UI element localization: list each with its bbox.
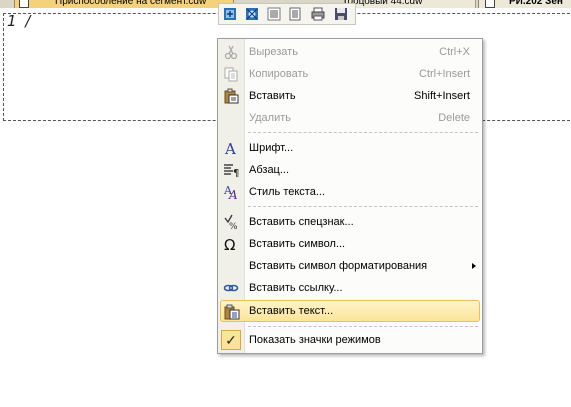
document-icon — [485, 0, 495, 8]
menu-item-label: Вставить — [249, 90, 296, 102]
menu-item-label: Шрифт... — [249, 142, 294, 154]
menu-item-copy[interactable]: Копировать Ctrl+Insert — [220, 63, 480, 85]
svg-text:A: A — [228, 188, 238, 200]
menu-item-insert-link[interactable]: Вставить ссылку... — [220, 277, 480, 299]
link-icon — [223, 280, 239, 296]
menu-item-text-style[interactable]: AA Стиль текста... — [220, 181, 480, 203]
scissors-icon — [223, 44, 239, 60]
svg-text:%: % — [229, 222, 238, 230]
menu-item-label: Абзац... — [249, 164, 290, 176]
menu-item-label: Вставить символ форматирования — [249, 260, 428, 272]
paragraph-icon: ¶ — [223, 162, 239, 179]
menu-item-paste[interactable]: Вставить Shift+Insert — [220, 85, 480, 107]
menu-item-label: Вырезать — [249, 46, 298, 58]
tab-label: Приспособление на сегмент.cdw — [55, 0, 207, 7]
menu-item-show-mode-icons[interactable]: ✓ Показать значки режимов — [220, 329, 480, 351]
context-menu: Вырезать Ctrl+X Копировать Ctrl+Insert В… — [217, 38, 483, 354]
text-style-icon: AA — [223, 184, 239, 202]
print-icon[interactable] — [311, 7, 325, 21]
menu-separator — [248, 206, 478, 207]
svg-text:Ω: Ω — [224, 236, 235, 252]
menu-item-label: Удалить — [249, 112, 291, 124]
menu-item-insert-format-symbol[interactable]: Вставить символ форматирования — [220, 255, 480, 277]
paste-icon — [223, 88, 239, 104]
menu-item-label: Вставить спецзнак... — [249, 216, 354, 228]
text-mini-toolbar — [218, 3, 356, 25]
menu-item-label: Показать значки режимов — [249, 334, 381, 346]
menu-item-label: Вставить текст... — [249, 305, 334, 317]
menu-item-label: Вставить ссылку... — [249, 282, 343, 294]
save-icon[interactable] — [334, 7, 348, 21]
menu-item-shortcut: Shift+Insert — [414, 90, 470, 102]
font-icon: A — [223, 140, 239, 158]
check-icon: ✓ — [221, 330, 241, 350]
menu-item-label: Стиль текста... — [249, 186, 326, 198]
document-text[interactable]: 1 / — [7, 12, 32, 30]
omega-icon: Ω — [223, 236, 239, 254]
menu-item-insert-text[interactable]: Вставить текст... — [220, 300, 480, 322]
list-icon[interactable] — [288, 7, 302, 21]
menu-item-paragraph[interactable]: ¶ Абзац... — [220, 159, 480, 181]
special-sign-icon: % — [223, 214, 239, 232]
align-icon[interactable] — [267, 7, 281, 21]
svg-text:A: A — [224, 140, 236, 156]
tab-right-document[interactable]: РИ.202 Зен — [478, 0, 571, 8]
menu-item-shortcut: Delete — [438, 112, 470, 124]
insert-object-icon[interactable] — [245, 7, 259, 21]
submenu-arrow-icon — [472, 263, 476, 269]
menu-separator — [248, 326, 478, 327]
copy-icon — [223, 66, 239, 82]
menu-item-shortcut: Ctrl+X — [439, 46, 470, 58]
menu-item-insert-symbol[interactable]: Ω Вставить символ... — [220, 233, 480, 255]
menu-item-delete[interactable]: Удалить Delete — [220, 107, 480, 129]
tab-middle-document[interactable]: торцовый 44.cdw — [344, 0, 476, 8]
menu-item-cut[interactable]: Вырезать Ctrl+X — [220, 41, 480, 63]
menu-item-shortcut: Ctrl+Insert — [418, 68, 470, 80]
menu-item-label: Вставить символ... — [249, 238, 346, 250]
menu-separator — [248, 132, 478, 133]
menu-item-font[interactable]: A Шрифт... — [220, 137, 480, 159]
document-icon — [19, 0, 29, 8]
tab-label: РИ.202 Зен — [509, 0, 563, 7]
tab-active-document[interactable]: Приспособление на сегмент.cdw — [14, 0, 234, 8]
insert-link-icon[interactable] — [223, 7, 237, 21]
insert-text-icon — [224, 304, 240, 320]
menu-item-label: Копировать — [249, 68, 309, 80]
menu-item-insert-special-sign[interactable]: % Вставить спецзнак... — [220, 211, 480, 233]
svg-text:¶: ¶ — [233, 168, 239, 178]
